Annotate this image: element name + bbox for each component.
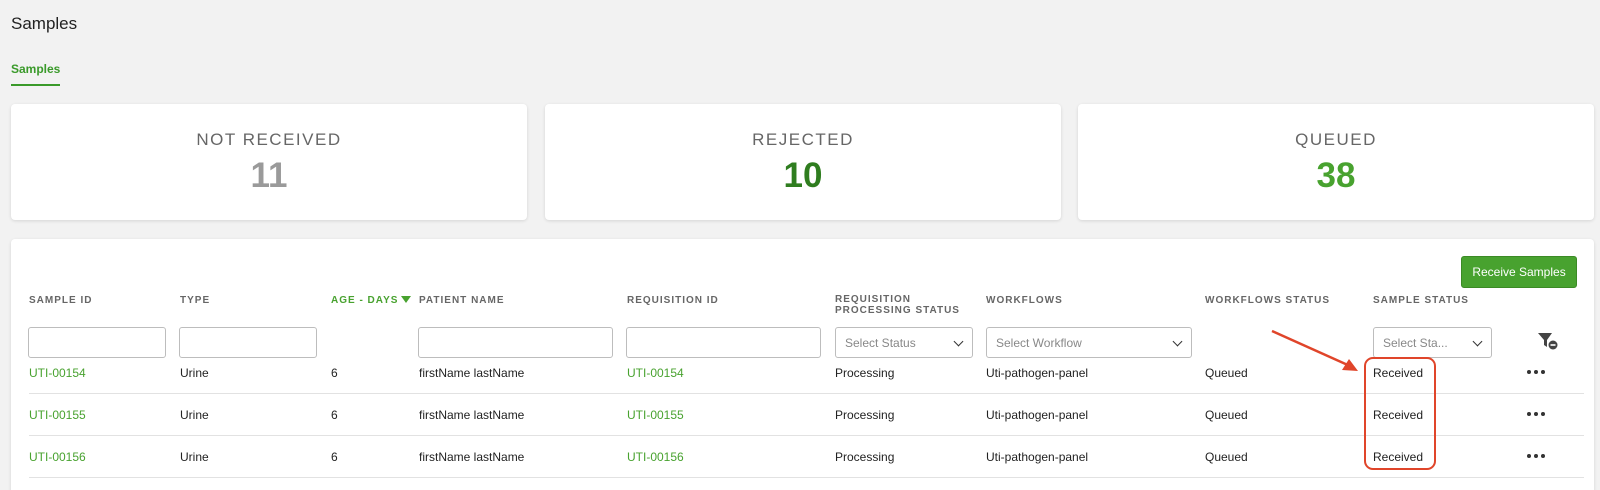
sample-id-link[interactable]: UTI-00154: [29, 366, 86, 380]
stat-card-not-received[interactable]: NOT RECEIVED 11: [11, 104, 527, 220]
type-cell: Urine: [180, 366, 209, 380]
column-header-requisition-status[interactable]: REQUISITION PROCESSING STATUS: [835, 294, 970, 316]
workflow-cell: Uti-pathogen-panel: [986, 408, 1089, 422]
receive-samples-button[interactable]: Receive Samples: [1461, 256, 1577, 288]
stat-value: 11: [250, 156, 288, 195]
tab-bar: Samples: [11, 60, 61, 86]
select-placeholder: Select Workflow: [996, 335, 1082, 350]
patient-name-cell: firstName lastName: [419, 366, 525, 380]
column-header-patient-name[interactable]: PATIENT NAME: [419, 295, 505, 306]
requisition-status-cell: Processing: [835, 366, 895, 380]
patient-name-cell: firstName lastName: [419, 450, 525, 464]
sample-id-link[interactable]: UTI-00155: [29, 408, 86, 422]
workflow-cell: Uti-pathogen-panel: [986, 366, 1089, 380]
workflow-cell: Uti-pathogen-panel: [986, 450, 1089, 464]
chevron-down-icon: [1172, 336, 1183, 347]
workflow-status-cell: Queued: [1205, 450, 1248, 464]
select-placeholder: Select Status: [845, 335, 916, 350]
workflow-status-cell: Queued: [1205, 366, 1248, 380]
requisition-status-cell: Processing: [835, 408, 895, 422]
annotation-arrow: [1271, 329, 1358, 371]
stat-card-queued[interactable]: QUEUED 38: [1078, 104, 1594, 220]
age-cell: 6: [331, 408, 338, 422]
tab-samples[interactable]: Samples: [11, 62, 61, 86]
requisition-id-link[interactable]: UTI-00156: [627, 450, 684, 464]
stat-card-rejected[interactable]: REJECTED 10: [545, 104, 1061, 220]
stat-label: NOT RECEIVED: [196, 130, 342, 149]
patient-name-cell: firstName lastName: [419, 408, 525, 422]
annotation-highlight-box: [1364, 357, 1436, 470]
select-placeholder: Select Sta...: [1383, 335, 1448, 350]
sort-desc-icon: [401, 296, 412, 303]
workflow-status-cell: Queued: [1205, 408, 1248, 422]
chevron-down-icon: [1472, 336, 1483, 347]
column-header-label: AGE - DAYS: [331, 295, 399, 306]
chevron-down-icon: [953, 336, 964, 347]
column-header-sample-status[interactable]: SAMPLE STATUS: [1373, 295, 1469, 306]
age-cell: 6: [331, 450, 338, 464]
requisition-id-link[interactable]: UTI-00154: [627, 366, 684, 380]
page-title: Samples: [11, 14, 78, 33]
column-header-workflows-status[interactable]: WORKFLOWS STATUS: [1205, 295, 1330, 306]
stat-value: 10: [783, 156, 823, 195]
stat-label: QUEUED: [1295, 130, 1377, 149]
column-header-requisition-id[interactable]: REQUISITION ID: [627, 295, 719, 306]
table-row[interactable]: UTI-00156 Urine 6 firstName lastName UTI…: [29, 436, 1584, 478]
requisition-id-link[interactable]: UTI-00155: [627, 408, 684, 422]
column-header-sample-id[interactable]: SAMPLE ID: [29, 295, 92, 306]
more-horizontal-icon[interactable]: [1527, 365, 1551, 379]
stat-value: 38: [1316, 156, 1356, 195]
stat-label: REJECTED: [752, 130, 854, 149]
table-row[interactable]: UTI-00155 Urine 6 firstName lastName UTI…: [29, 394, 1584, 436]
type-cell: Urine: [180, 408, 209, 422]
requisition-status-cell: Processing: [835, 450, 895, 464]
age-cell: 6: [331, 366, 338, 380]
column-header-type[interactable]: TYPE: [180, 295, 210, 306]
column-header-workflows[interactable]: WORKFLOWS: [986, 295, 1063, 306]
more-horizontal-icon[interactable]: [1527, 407, 1551, 421]
column-header-age-days[interactable]: AGE - DAYS: [331, 295, 412, 306]
filter-clear-icon[interactable]: [1537, 331, 1559, 351]
type-cell: Urine: [180, 450, 209, 464]
sample-id-link[interactable]: UTI-00156: [29, 450, 86, 464]
more-horizontal-icon[interactable]: [1527, 449, 1551, 463]
